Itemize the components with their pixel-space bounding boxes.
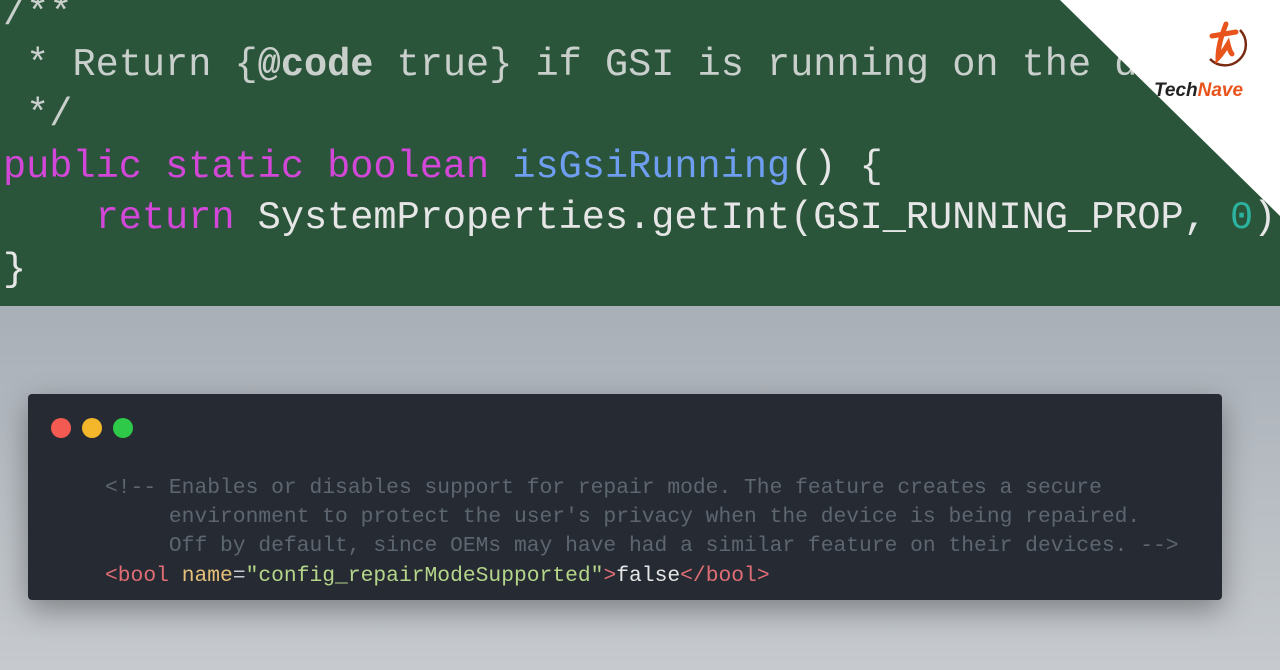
xml-token: > [603, 564, 617, 588]
code-line: /** [3, 0, 73, 36]
code-token: static [165, 145, 304, 189]
code-token: @code [257, 43, 374, 87]
xml-token: </bool> [680, 564, 770, 588]
close-button[interactable] [51, 418, 71, 438]
code-token: return [95, 196, 235, 240]
code-token: true} if GSI is running on the d [373, 43, 1138, 87]
xml-token: false [616, 564, 681, 588]
minimize-button[interactable] [82, 418, 102, 438]
java-code-panel: /** * Return {@code true} if GSI is runn… [0, 0, 1280, 306]
code-token: * Return { [3, 43, 258, 87]
code-line: } [3, 248, 27, 292]
xml-token: = [232, 564, 246, 588]
code-token: isGsiRunning [512, 145, 791, 189]
code-line: public static boolean isGsiRunning() { [3, 145, 883, 189]
code-line: * Return {@code true} if GSI is running … [3, 43, 1137, 87]
maximize-button[interactable] [113, 418, 133, 438]
code-token: boolean [327, 145, 490, 189]
xml-comment-line: Off by default, since OEMs may have had … [105, 534, 1179, 558]
background-area: <!-- Enables or disables support for rep… [0, 306, 1280, 670]
technave-logo: TechNave [1154, 21, 1248, 101]
xml-code-line: <bool name="config_repairModeSupported">… [105, 562, 770, 591]
code-token: () { [790, 145, 883, 189]
xml-comment-line: <!-- Enables or disables support for rep… [105, 476, 1102, 500]
code-window: <!-- Enables or disables support for rep… [28, 394, 1222, 600]
svg-text:TechNave: TechNave [1154, 80, 1243, 101]
xml-token: name [181, 564, 233, 588]
code-line: */ [3, 93, 73, 137]
code-token: public [3, 145, 142, 189]
xml-token: "config_repairModeSupported" [245, 564, 604, 588]
xml-token: <bool [105, 564, 169, 588]
xml-comment-line: environment to protect the user's privac… [105, 505, 1141, 529]
